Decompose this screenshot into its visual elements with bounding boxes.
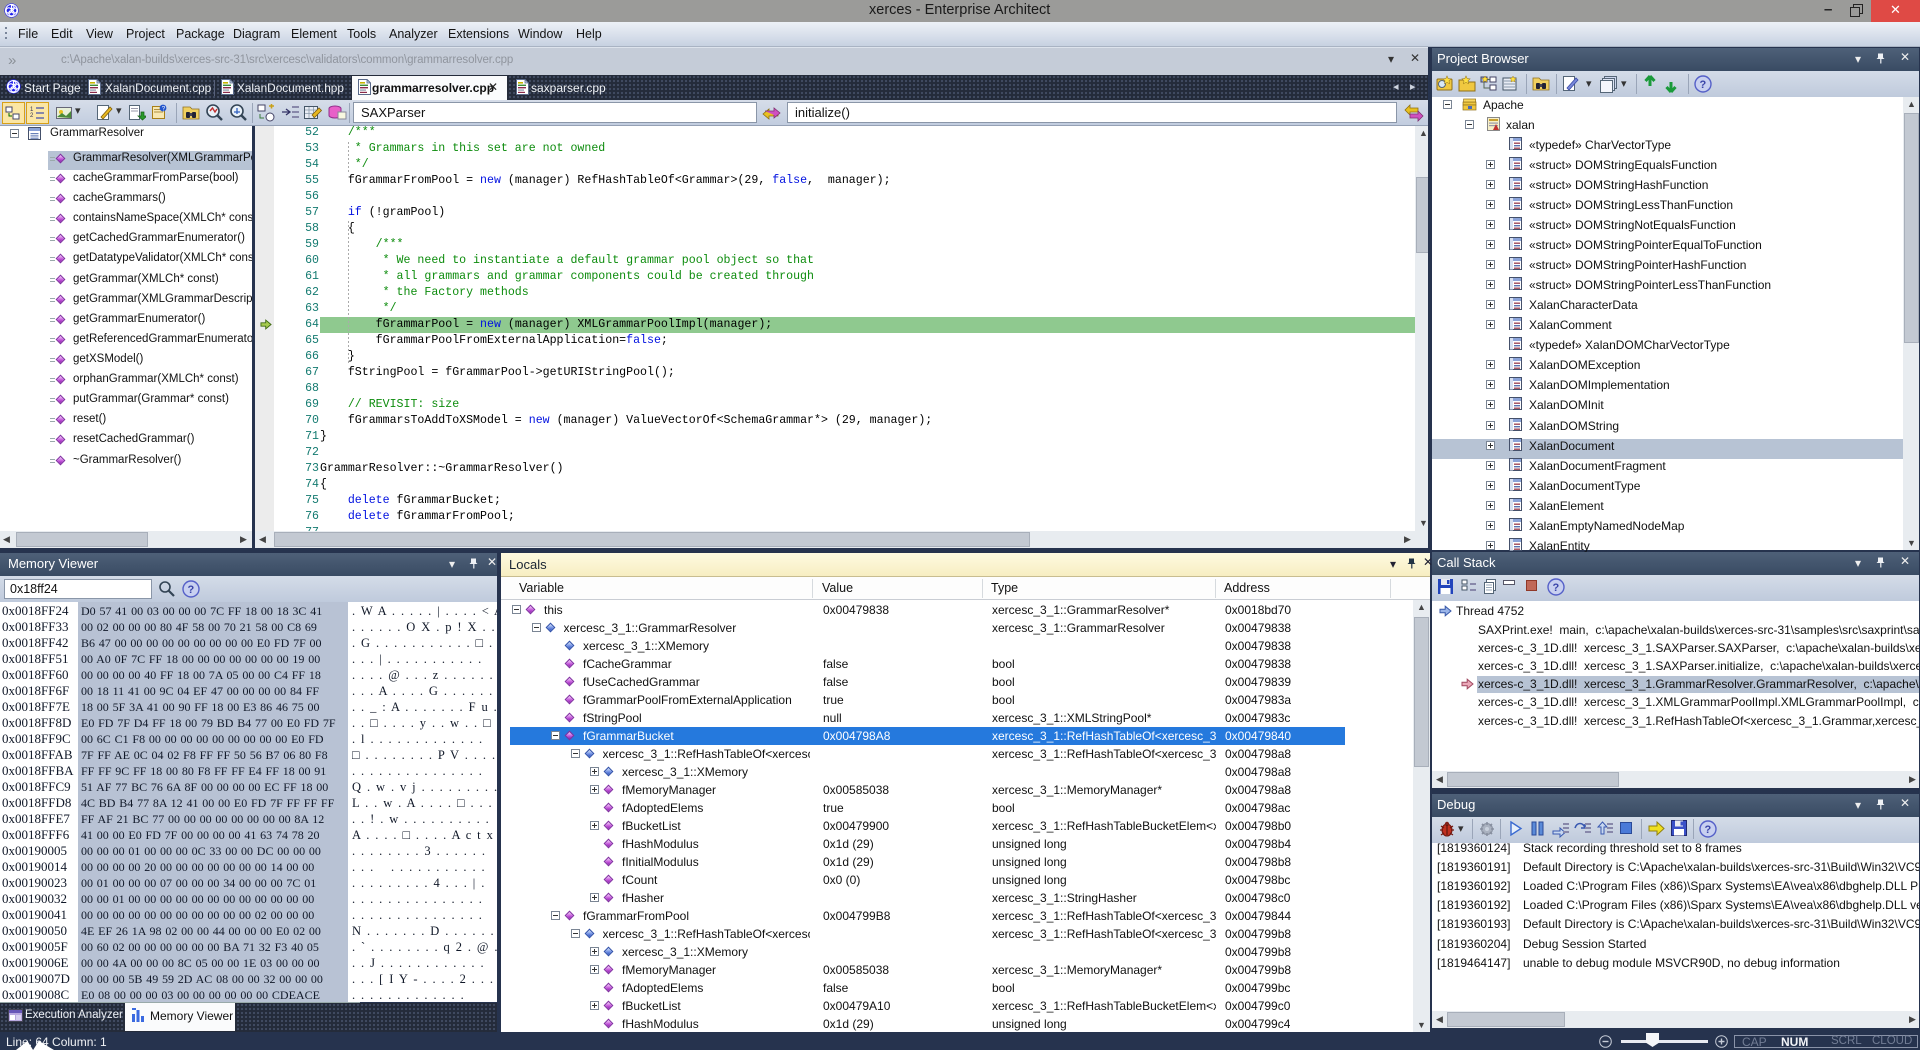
svg-text:?: ? <box>188 584 195 596</box>
svg-text:2: 2 <box>30 113 34 119</box>
svg-text:?: ? <box>1700 79 1707 91</box>
svg-text:?: ? <box>1553 582 1560 594</box>
svg-text:?: ? <box>1705 824 1712 836</box>
svg-text:?: ? <box>162 106 166 113</box>
